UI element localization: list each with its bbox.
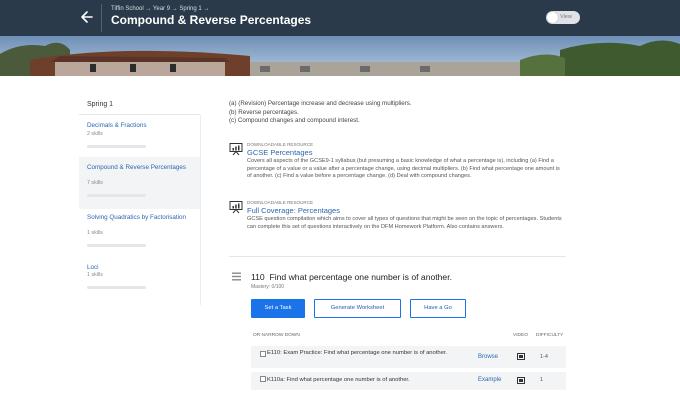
row-skill-text: K110a: Find what percentage one number i… <box>267 377 410 383</box>
header-divider <box>101 4 102 32</box>
sidebar-item-name: Solving Quadratics by Factorisation <box>87 214 187 221</box>
row-checkbox[interactable] <box>260 376 266 382</box>
presentation-icon <box>229 201 243 214</box>
column-narrow-down: OR NARROW DOWN <box>253 333 300 338</box>
sidebar-item-name: Compound & Reverse Percentages <box>87 164 187 171</box>
toggle-knob <box>547 12 558 23</box>
topic-intro: (a) (Revision) Percentage increase and d… <box>229 100 412 126</box>
row-browse-link[interactable]: Browse <box>478 354 498 360</box>
sidebar-item-compound-reverse-percentages[interactable]: Compound & Reverse Percentages 7 skills <box>79 157 200 209</box>
resource-tag: DOWNLOADABLE RESOURCE <box>247 200 314 205</box>
resource-description: Covers all aspects of the GCSE9-1 syllab… <box>247 158 560 180</box>
content-divider <box>200 115 201 305</box>
sidebar-heading: Spring 1 <box>87 101 114 108</box>
intro-line: (b) Reverse percentages. <box>229 108 299 116</box>
row-skill-text: E110: Exam Practice: Find what percentag… <box>267 350 448 356</box>
row-example-link[interactable]: Example <box>478 377 501 383</box>
banner-photo <box>0 36 680 76</box>
sidebar-item-loci[interactable]: Loci 1 skills <box>79 257 200 297</box>
objective-number: 110 <box>251 272 265 282</box>
resource-title-link[interactable]: Full Coverage: Percentages <box>247 206 340 215</box>
page-title: Compound & Reverse Percentages <box>111 13 312 27</box>
intro-line: (a) (Revision) Percentage increase and d… <box>229 100 412 107</box>
progress-bar <box>87 145 146 148</box>
set-task-button[interactable]: Set a Task <box>251 299 305 318</box>
progress-bar <box>87 286 146 289</box>
objective-text: Find what percentage one number is of an… <box>269 272 452 282</box>
sidebar-item-solving-quadratics[interactable]: Solving Quadratics by Factorisation 1 sk… <box>79 209 200 257</box>
resource-full-coverage: DOWNLOADABLE RESOURCE Full Coverage: Per… <box>229 200 569 250</box>
sidebar-item-skills: 1 skills <box>87 272 103 278</box>
banner-image <box>0 36 680 76</box>
back-arrow-icon[interactable] <box>80 9 94 25</box>
sidebar-item-decimals-fractions[interactable]: Decimals & Fractions 2 skills <box>79 115 200 157</box>
progress-bar <box>87 244 146 247</box>
section-divider <box>229 256 566 257</box>
toggle-label: View <box>560 14 572 20</box>
table-row: E110: Exam Practice: Find what percentag… <box>251 346 566 368</box>
sidebar-item-skills: 7 skills <box>87 180 103 186</box>
video-icon[interactable] <box>517 353 525 360</box>
sidebar-item-skills: 2 skills <box>87 131 103 137</box>
top-bar: Tiffin School → Year 9 → Spring 1 → Comp… <box>0 0 680 36</box>
objective-title: 110 Find what percentage one number is o… <box>251 272 452 282</box>
resource-description: GCSE question compilation which aims to … <box>247 216 562 230</box>
row-difficulty: 1-4 <box>540 354 548 360</box>
view-toggle[interactable]: View <box>546 11 580 24</box>
breadcrumb[interactable]: Tiffin School → Year 9 → Spring 1 → <box>111 6 209 12</box>
resource-gcse-percentages: DOWNLOADABLE RESOURCE GCSE Percentages C… <box>229 142 569 192</box>
column-difficulty: DIFFICULTY <box>536 333 564 338</box>
mastery-score: Mastery: 0/100 <box>251 284 285 290</box>
have-a-go-button[interactable]: Have a Go <box>410 299 466 318</box>
column-video: VIDEO <box>513 333 528 338</box>
presentation-icon <box>229 143 243 156</box>
resource-title-link[interactable]: GCSE Percentages <box>247 148 312 157</box>
sidebar-item-skills: 1 skills <box>87 230 103 236</box>
row-checkbox[interactable] <box>260 351 266 357</box>
generate-worksheet-button[interactable]: Generate Worksheet <box>314 299 401 318</box>
sidebar-item-name: Loci <box>87 264 99 271</box>
drag-handle-icon[interactable] <box>232 272 241 281</box>
table-row: K110a: Find what percentage one number i… <box>251 372 566 390</box>
sidebar-item-name: Decimals & Fractions <box>87 122 147 129</box>
progress-bar <box>87 194 146 197</box>
row-difficulty: 1 <box>540 377 544 383</box>
resource-tag: DOWNLOADABLE RESOURCE <box>247 142 314 147</box>
intro-line: (c) Compound changes and compound intere… <box>229 117 360 124</box>
video-icon[interactable] <box>517 377 525 384</box>
